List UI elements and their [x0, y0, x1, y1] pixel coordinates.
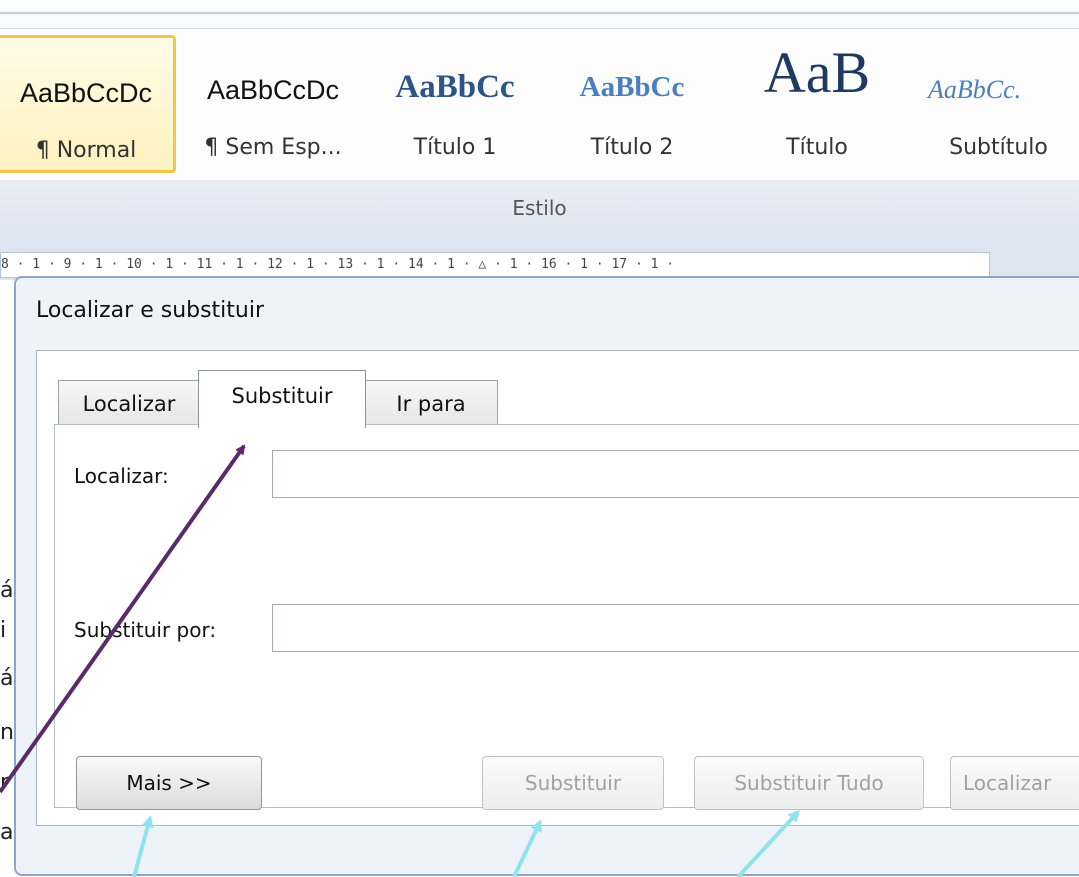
replace-label: Substituir por:: [74, 618, 217, 642]
style-sample: AaBbCc: [579, 71, 685, 103]
style-label: Subtítulo: [949, 135, 1048, 160]
tab-label: Ir para: [396, 392, 466, 416]
find-next-button[interactable]: Localizar: [950, 756, 1079, 810]
style-label: Título: [786, 135, 848, 160]
style-normal[interactable]: AaBbCcDc ¶ Normal: [0, 35, 176, 173]
dialog-title: Localizar e substituir: [36, 298, 265, 323]
tab-label: Localizar: [82, 392, 176, 416]
document-text-fragment: i: [0, 618, 7, 643]
style-label: Título 2: [590, 135, 674, 160]
style-label: ¶ Normal: [35, 138, 137, 163]
find-label: Localizar:: [74, 464, 169, 488]
style-sample: AaBbCcDc: [19, 78, 153, 108]
tab-localizar[interactable]: Localizar: [58, 380, 200, 426]
styles-gallery: AaBbCcDc ¶ Normal AaBbCcDc ¶ Sem Esp... …: [0, 28, 1079, 182]
find-input[interactable]: [272, 450, 1079, 498]
horizontal-ruler[interactable]: 8 · 1 · 9 · 1 · 10 · 1 · 11 · 1 · 12 · 1…: [0, 252, 990, 278]
document-text-fragment: n: [0, 720, 14, 745]
style-sample: AaBbCcDc: [206, 75, 340, 105]
replace-button[interactable]: Substituir: [482, 756, 664, 810]
style-titulo-1[interactable]: AaBbCc Título 1: [370, 35, 540, 173]
tab-label: Substituir: [231, 384, 333, 408]
replace-all-button[interactable]: Substituir Tudo: [694, 756, 924, 810]
style-titulo-2[interactable]: AaBbCc Título 2: [548, 35, 716, 173]
tab-ir-para[interactable]: Ir para: [364, 380, 498, 426]
document-text-fragment: á: [0, 666, 14, 691]
style-label: Título 1: [413, 135, 497, 160]
style-subtitulo[interactable]: AaBbCc. Subtítulo: [918, 35, 1079, 173]
more-button[interactable]: Mais >>: [76, 756, 262, 810]
style-sample: AaBbCc.: [928, 75, 1022, 104]
style-sem-espacamento[interactable]: AaBbCcDc ¶ Sem Esp...: [184, 35, 362, 173]
style-sample: AaB: [763, 40, 871, 105]
document-text-fragment: a: [0, 820, 14, 845]
ribbon-group-label: Estilo: [512, 196, 567, 220]
replace-input[interactable]: [272, 604, 1079, 652]
style-titulo[interactable]: AaB Título: [722, 35, 912, 173]
style-sample: AaBbCc: [395, 69, 515, 105]
ribbon-divider: [0, 12, 1079, 14]
document-text-fragment: r: [0, 770, 10, 795]
style-label: ¶ Sem Esp...: [204, 135, 342, 160]
tab-substituir[interactable]: Substituir: [198, 370, 366, 428]
document-text-fragment: á: [0, 578, 14, 603]
